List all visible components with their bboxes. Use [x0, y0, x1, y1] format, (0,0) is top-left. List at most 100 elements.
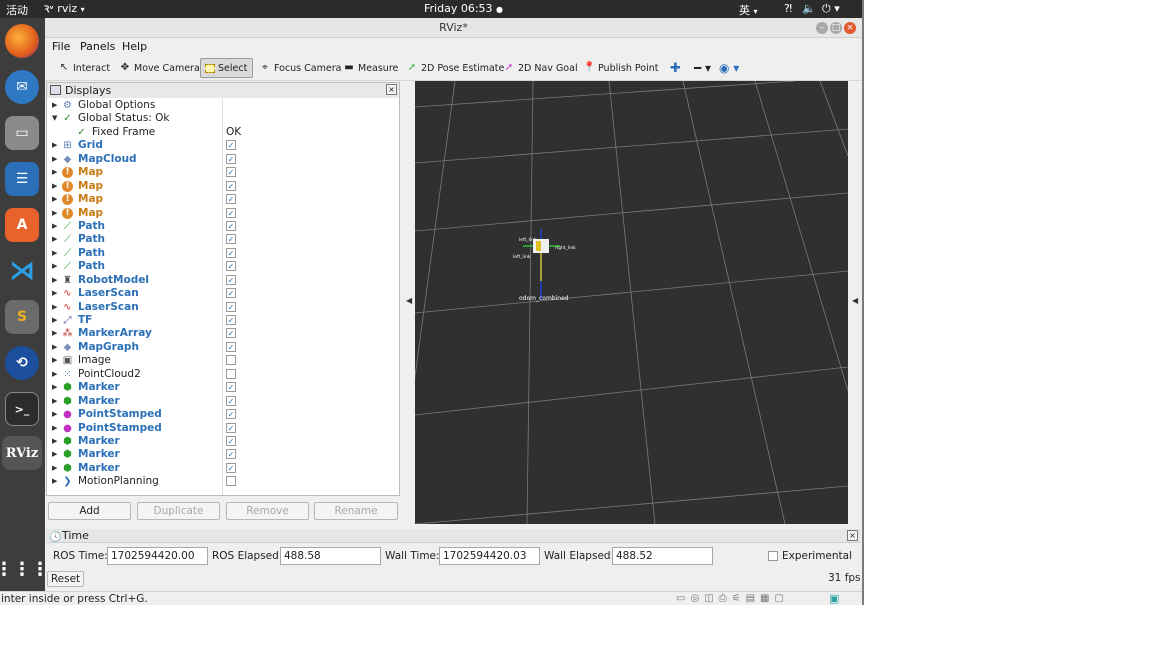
- enable-checkbox[interactable]: ✓: [226, 220, 236, 231]
- expand-arrow-icon[interactable]: ▶: [52, 422, 57, 435]
- enable-checkbox[interactable]: ✓: [226, 153, 236, 164]
- display-row[interactable]: ▶! Map ✓: [47, 166, 399, 179]
- menu-help[interactable]: Help: [122, 40, 147, 53]
- wall-time-field[interactable]: 1702594420.03: [439, 547, 540, 565]
- close-icon[interactable]: ×: [386, 84, 397, 95]
- enable-checkbox[interactable]: ✓: [226, 247, 236, 258]
- display-row[interactable]: ▶ ⟋ Path ✓: [47, 233, 399, 246]
- menu-panels[interactable]: Panels: [80, 40, 115, 53]
- display-row[interactable]: ▶ ● PointStamped ✓: [47, 408, 399, 421]
- display-row[interactable]: ▶ ⁙ PointCloud2: [47, 368, 399, 381]
- enable-checkbox[interactable]: ✓: [226, 288, 236, 299]
- clock[interactable]: Friday 06:53 ●: [424, 2, 503, 15]
- expand-arrow-icon[interactable]: ▶: [52, 448, 57, 461]
- expand-arrow-icon[interactable]: ▶: [52, 314, 57, 327]
- expand-arrow-icon[interactable]: ▶: [52, 207, 57, 220]
- app-menu[interactable]: Ꝛᵛ rviz ▾: [44, 2, 85, 15]
- enable-checkbox[interactable]: ✓: [226, 140, 236, 151]
- enable-checkbox[interactable]: [226, 476, 236, 487]
- enable-checkbox[interactable]: ✓: [226, 234, 236, 245]
- expand-arrow-icon[interactable]: ▶: [52, 395, 57, 408]
- enable-checkbox[interactable]: ✓: [226, 301, 236, 312]
- enable-checkbox[interactable]: ✓: [226, 449, 236, 460]
- enable-checkbox[interactable]: ✓: [226, 167, 236, 178]
- expand-arrow-icon[interactable]: ▶: [52, 220, 57, 233]
- display-row[interactable]: ▶ ⬢ Marker ✓: [47, 395, 399, 408]
- enable-checkbox[interactable]: ✓: [226, 194, 236, 205]
- tray-app-icon[interactable]: ▣: [829, 592, 839, 606]
- menu-file[interactable]: File: [52, 40, 70, 53]
- pose-estimate-tool[interactable]: ➚ 2D Pose Estimate: [402, 58, 508, 78]
- display-row[interactable]: ✓ Fixed Frame OK: [47, 126, 399, 139]
- thunderbird-icon[interactable]: ✉: [5, 70, 39, 104]
- interact-tool[interactable]: ↖ Interact: [54, 58, 114, 78]
- enable-checkbox[interactable]: ✓: [226, 315, 236, 325]
- show-apps-icon[interactable]: ⋮⋮⋮: [0, 552, 49, 586]
- move-camera-tool[interactable]: ✥ Move Camera: [115, 58, 204, 78]
- enable-checkbox[interactable]: ✓: [226, 462, 236, 473]
- display-row[interactable]: ▶ ⬢ Marker ✓: [47, 448, 399, 461]
- minimize-icon[interactable]: –: [816, 22, 828, 34]
- display-row[interactable]: ▶ ⁂ MarkerArray ✓: [47, 327, 399, 340]
- right-splitter[interactable]: ◀: [848, 82, 862, 525]
- nav-goal-tool[interactable]: ➚ 2D Nav Goal: [499, 58, 582, 78]
- display-row[interactable]: ▶ ◆ MapCloud ✓: [47, 153, 399, 166]
- display-row[interactable]: ▶ ⬢ Marker ✓: [47, 462, 399, 475]
- experimental-checkbox[interactable]: [768, 551, 778, 561]
- vscode-icon[interactable]: ⋊: [5, 254, 39, 288]
- enable-checkbox[interactable]: ✓: [226, 382, 236, 393]
- display-row[interactable]: ▶ ⟋ Path ✓: [47, 260, 399, 273]
- enable-checkbox[interactable]: ✓: [226, 261, 236, 272]
- enable-checkbox[interactable]: ✓: [226, 180, 236, 191]
- display-row[interactable]: ▶ ♜ RobotModel ✓: [47, 274, 399, 287]
- expand-arrow-icon[interactable]: ▶: [52, 99, 57, 112]
- display-row[interactable]: ▶ ⤢ TF ✓: [47, 314, 399, 327]
- focus-camera-tool[interactable]: ⌖ Focus Camera: [255, 58, 345, 78]
- collapse-arrow-icon[interactable]: ▼: [52, 112, 57, 125]
- remove-tool-icon[interactable]: ━ ▾: [690, 58, 715, 78]
- enable-checkbox[interactable]: ✓: [226, 274, 236, 285]
- expand-arrow-icon[interactable]: ▶: [52, 368, 57, 381]
- activities-button[interactable]: 活动: [6, 2, 28, 18]
- publish-point-tool[interactable]: 📍 Publish Point: [579, 58, 662, 78]
- display-row[interactable]: ▶ ● PointStamped ✓: [47, 422, 399, 435]
- app-icon[interactable]: ⟲: [5, 346, 39, 380]
- expand-arrow-icon[interactable]: ▶: [52, 247, 57, 260]
- network-icon[interactable]: ⁈: [784, 2, 792, 15]
- measure-tool[interactable]: ▬ Measure: [339, 58, 402, 78]
- duplicate-button[interactable]: Duplicate: [137, 502, 220, 520]
- collapse-left-icon[interactable]: ◀: [406, 296, 412, 305]
- sublime-icon[interactable]: S: [5, 300, 39, 334]
- render-view[interactable]: left_link right_link left_link odom_comb…: [415, 81, 848, 524]
- display-row[interactable]: ▶! Map ✓: [47, 193, 399, 206]
- files-icon[interactable]: ▭: [5, 116, 39, 150]
- expand-arrow-icon[interactable]: ▶: [52, 153, 57, 166]
- display-row[interactable]: ▶! Map ✓: [47, 180, 399, 193]
- select-tool[interactable]: Select: [200, 58, 253, 78]
- display-row[interactable]: ▶ ∿ LaserScan ✓: [47, 301, 399, 314]
- expand-arrow-icon[interactable]: ▶: [52, 287, 57, 300]
- terminal-icon[interactable]: >_: [5, 392, 39, 426]
- display-row[interactable]: ▶ ⬢ Marker ✓: [47, 381, 399, 394]
- display-row[interactable]: ▶! Map ✓: [47, 207, 399, 220]
- maximize-icon[interactable]: □: [830, 22, 842, 34]
- expand-arrow-icon[interactable]: ▶: [52, 139, 57, 152]
- expand-arrow-icon[interactable]: ▶: [52, 475, 57, 488]
- enable-checkbox[interactable]: ✓: [226, 435, 236, 446]
- expand-arrow-icon[interactable]: ▶: [52, 274, 57, 287]
- left-splitter[interactable]: ◀: [401, 82, 415, 525]
- expand-arrow-icon[interactable]: ▶: [52, 408, 57, 421]
- wall-elapsed-field[interactable]: 488.52: [612, 547, 713, 565]
- enable-checkbox[interactable]: ✓: [226, 422, 236, 433]
- enable-checkbox[interactable]: [226, 368, 236, 379]
- display-row[interactable]: ▶ ▣ Image: [47, 354, 399, 367]
- expand-arrow-icon[interactable]: ▶: [52, 233, 57, 246]
- display-row[interactable]: ▶ ◆ MapGraph ✓: [47, 341, 399, 354]
- enable-checkbox[interactable]: [226, 355, 236, 366]
- enable-checkbox[interactable]: ✓: [226, 328, 236, 339]
- volume-icon[interactable]: 🔈: [802, 2, 816, 15]
- ros-elapsed-field[interactable]: 488.58: [280, 547, 381, 565]
- display-row[interactable]: ▶ ⟋ Path ✓: [47, 247, 399, 260]
- rviz-dock-icon[interactable]: RViz: [2, 436, 42, 470]
- close-icon[interactable]: ×: [844, 22, 856, 34]
